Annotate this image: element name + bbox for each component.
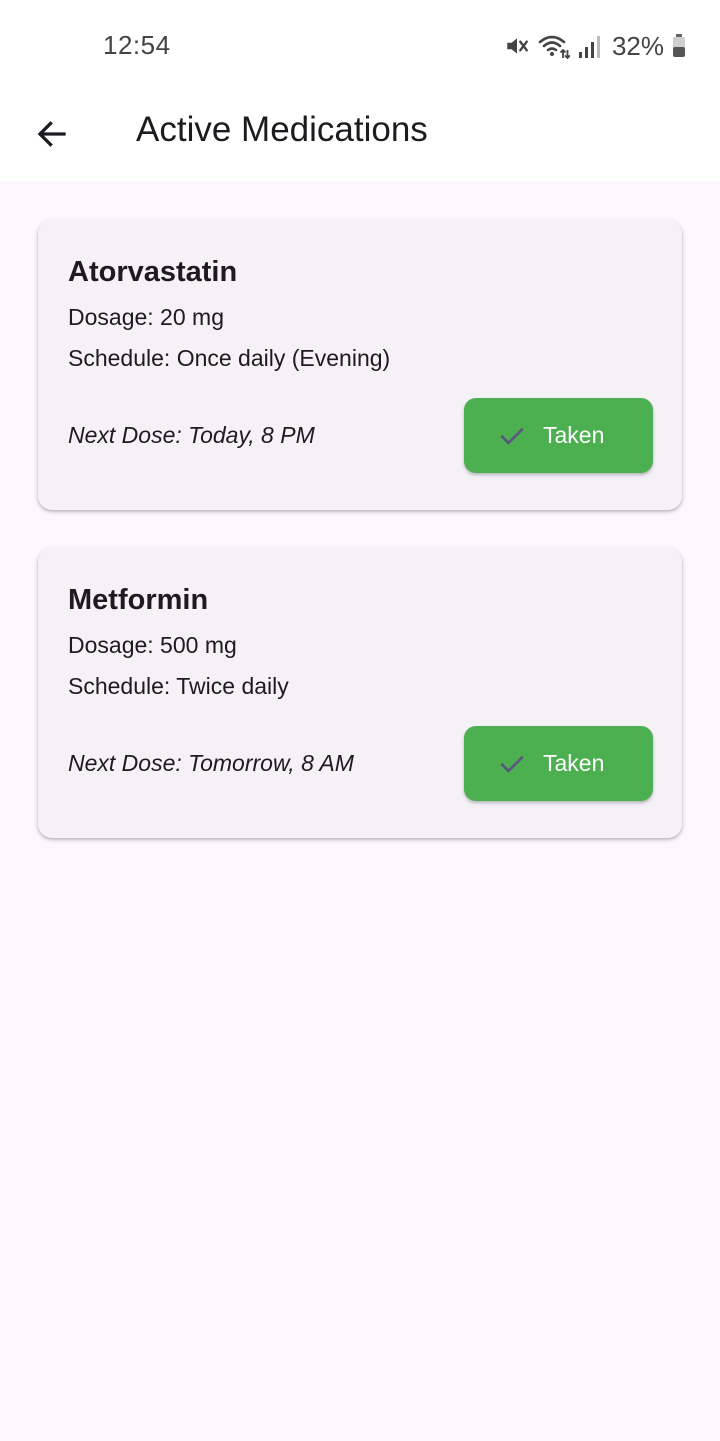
taken-button[interactable]: Taken bbox=[464, 398, 653, 473]
app-bar: Active Medications bbox=[0, 90, 720, 181]
battery-percent: 32% bbox=[611, 30, 664, 61]
medication-dosage: Dosage: 20 mg bbox=[68, 304, 224, 330]
medication-name: Metformin bbox=[68, 584, 209, 616]
taken-button[interactable]: Taken bbox=[464, 726, 653, 801]
signal-icon bbox=[578, 33, 602, 59]
status-time: 12:54 bbox=[103, 30, 171, 60]
back-button[interactable] bbox=[22, 106, 82, 166]
medication-list: Atorvastatin Dosage: 20 mg Schedule: Onc… bbox=[0, 181, 720, 1441]
battery-icon bbox=[672, 33, 686, 59]
taken-button-label: Taken bbox=[543, 422, 605, 448]
medication-next-dose: Next Dose: Today, 8 PM bbox=[68, 422, 315, 448]
status-bar: 12:54 32% bbox=[0, 0, 720, 90]
medication-card: Metformin Dosage: 500 mg Schedule: Twice… bbox=[38, 548, 682, 838]
medication-next-dose: Next Dose: Tomorrow, 8 AM bbox=[68, 750, 354, 776]
page-title: Active Medications bbox=[136, 110, 428, 149]
mute-icon bbox=[504, 33, 530, 59]
taken-button-label: Taken bbox=[543, 750, 605, 776]
medication-card: Atorvastatin Dosage: 20 mg Schedule: Onc… bbox=[38, 220, 682, 510]
check-icon bbox=[498, 750, 526, 778]
medication-schedule: Schedule: Twice daily bbox=[68, 673, 289, 699]
status-icons: 32% bbox=[504, 31, 686, 61]
arrow-left-icon bbox=[34, 116, 70, 157]
medication-dosage: Dosage: 500 mg bbox=[68, 632, 237, 658]
medication-name: Atorvastatin bbox=[68, 256, 238, 288]
wifi-icon bbox=[538, 33, 570, 59]
medication-schedule: Schedule: Once daily (Evening) bbox=[68, 345, 391, 371]
check-icon bbox=[498, 422, 526, 450]
